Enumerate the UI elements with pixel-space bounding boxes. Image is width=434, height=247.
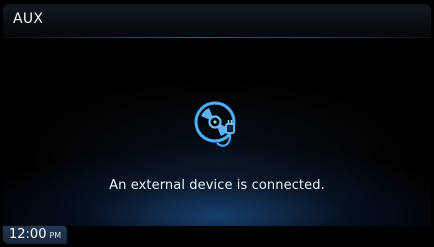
- clock-ampm: PM: [49, 231, 62, 240]
- clock[interactable]: 12:00 PM: [3, 226, 68, 244]
- page-title: AUX: [13, 11, 44, 27]
- main-content: An external device is connected.: [3, 38, 431, 226]
- display-frame: AUX An external device is connected. 12:…: [3, 4, 431, 244]
- disc-with-usb-plug-icon: [194, 101, 236, 147]
- clock-time: 12:00: [9, 227, 47, 242]
- title-bar: AUX: [3, 4, 431, 37]
- status-bar: 12:00 PM: [3, 226, 431, 244]
- connection-message: An external device is connected.: [109, 178, 325, 193]
- aux-screen: AUX An external device is connected. 12:…: [0, 0, 434, 247]
